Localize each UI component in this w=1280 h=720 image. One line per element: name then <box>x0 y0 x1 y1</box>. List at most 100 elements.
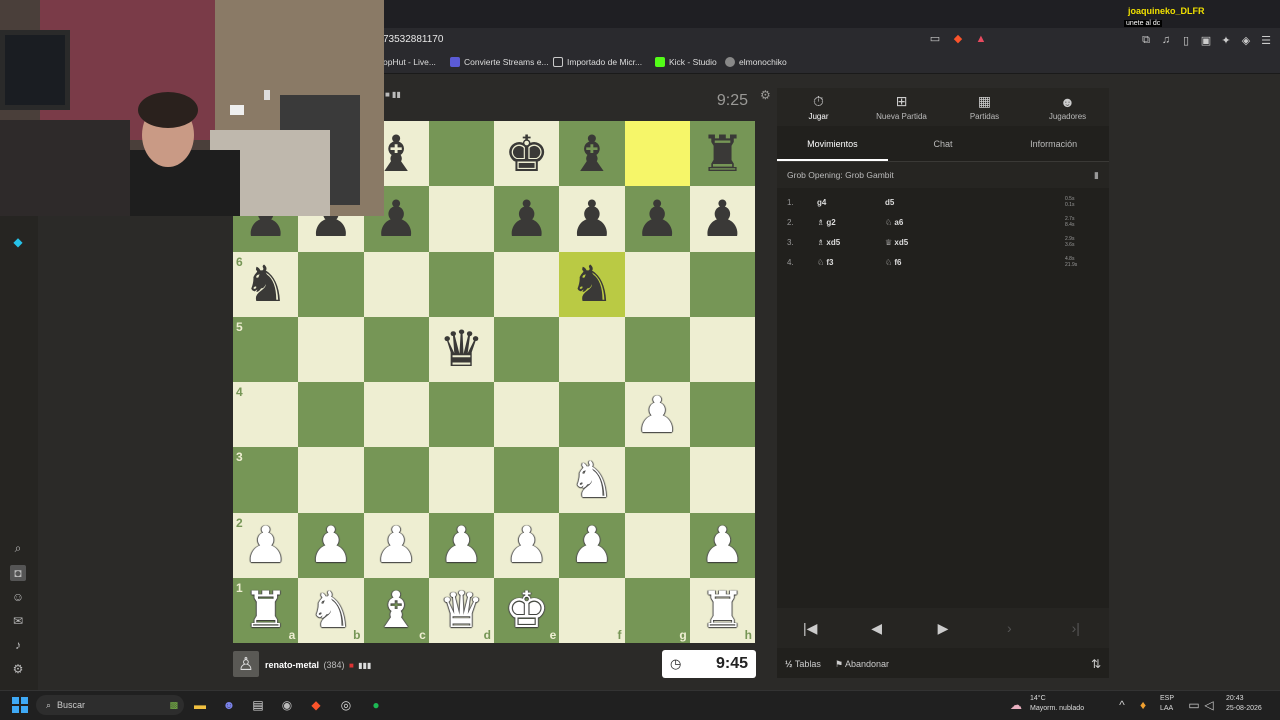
square-g3[interactable] <box>624 447 690 513</box>
square-c1[interactable]: ♝ c <box>363 577 429 643</box>
taskbar-search[interactable]: ⌕ Buscar ▩ <box>36 695 184 715</box>
volume-icon[interactable]: ◁ <box>1199 695 1219 715</box>
previous-move-button[interactable]: ◀ <box>855 614 899 642</box>
white-rook-piece[interactable]: ♜ <box>700 585 745 635</box>
square-h8[interactable]: ♜ <box>689 121 755 187</box>
bookmark-item[interactable]: Convierte Streams e... <box>450 57 549 67</box>
brave-icon[interactable]: ◆ <box>306 695 326 715</box>
square-h6[interactable] <box>689 251 755 317</box>
mail-icon[interactable]: ✉ <box>10 613 26 629</box>
tab-jugar[interactable]: ⏱ Jugar <box>777 88 860 126</box>
black-pawn-piece[interactable]: ♟ <box>635 194 680 244</box>
square-g5[interactable] <box>624 316 690 382</box>
white-queen-piece[interactable]: ♛ <box>439 585 484 635</box>
bookmark-item[interactable]: Importado de Micr... <box>553 57 642 67</box>
premium-diamond-icon[interactable]: ◆ <box>10 234 26 250</box>
square-e3[interactable] <box>494 447 560 513</box>
white-pawn-piece[interactable]: ♟ <box>700 520 745 570</box>
wallet-icon[interactable]: ▣ <box>1200 34 1212 47</box>
last-move-button[interactable]: ›| <box>1054 614 1098 642</box>
brave-shield-icon[interactable]: ◆ <box>951 32 965 46</box>
bookmark-item[interactable]: opHut - Live... <box>383 57 436 67</box>
rewards-icon[interactable]: ▲ <box>974 32 988 46</box>
keyboard-layout[interactable]: LAA <box>1160 705 1173 713</box>
black-rook-piece[interactable]: ♜ <box>700 129 745 179</box>
square-d4[interactable] <box>428 382 494 448</box>
square-d3[interactable] <box>428 447 494 513</box>
square-d1[interactable]: ♛ d <box>428 577 494 643</box>
square-e6[interactable] <box>494 251 560 317</box>
black-pawn-piece[interactable]: ♟ <box>504 194 549 244</box>
tab-informacion[interactable]: Información <box>998 126 1109 161</box>
square-d5[interactable]: ♛ <box>428 316 494 382</box>
url-text[interactable]: 73532881170 <box>383 34 443 45</box>
square-h3[interactable] <box>689 447 755 513</box>
square-g6[interactable] <box>624 251 690 317</box>
square-h7[interactable]: ♟ <box>689 186 755 252</box>
square-a1[interactable]: ♜ 1 a <box>233 577 299 643</box>
square-c5[interactable] <box>363 316 429 382</box>
square-d7[interactable] <box>428 186 494 252</box>
square-e5[interactable] <box>494 316 560 382</box>
square-e4[interactable] <box>494 382 560 448</box>
square-g7[interactable]: ♟ <box>624 186 690 252</box>
square-e1[interactable]: ♚ e <box>494 577 560 643</box>
square-e2[interactable]: ♟ <box>494 512 560 578</box>
square-b2[interactable]: ♟ <box>298 512 364 578</box>
square-a3[interactable]: 3 <box>233 447 299 513</box>
white-bishop-piece[interactable]: ♝ <box>374 585 419 635</box>
play-button[interactable]: ▶ <box>921 614 965 642</box>
black-bishop-piece[interactable]: ♝ <box>569 129 614 179</box>
white-pawn-piece[interactable]: ♟ <box>569 520 614 570</box>
microphone-icon[interactable]: ♦ <box>1133 695 1153 715</box>
board-settings-icon[interactable]: ⚙ <box>760 88 771 102</box>
clock-date[interactable]: 25-08-2026 <box>1226 705 1262 713</box>
next-move-button[interactable]: › <box>987 614 1031 642</box>
black-move[interactable]: ♘ f6 <box>885 258 1065 267</box>
black-move[interactable]: ♘ a6 <box>885 218 1065 227</box>
white-move[interactable]: g4 <box>817 198 885 207</box>
square-f3[interactable]: ♞ <box>559 447 625 513</box>
square-h2[interactable]: ♟ <box>689 512 755 578</box>
white-pawn-piece[interactable]: ♟ <box>635 390 680 440</box>
square-a5[interactable]: 5 <box>233 316 299 382</box>
square-f5[interactable] <box>559 316 625 382</box>
square-b5[interactable] <box>298 316 364 382</box>
extensions-icon[interactable]: ⧉ <box>1140 34 1152 47</box>
player-avatar[interactable]: ♙ <box>233 651 259 677</box>
square-f1[interactable]: f <box>559 577 625 643</box>
square-f8[interactable]: ♝ <box>559 121 625 187</box>
square-h5[interactable] <box>689 316 755 382</box>
search-icon[interactable]: ⌕ <box>10 540 26 556</box>
square-c2[interactable]: ♟ <box>363 512 429 578</box>
square-e8[interactable]: ♚ <box>494 121 560 187</box>
app-icon[interactable]: ◎ <box>336 695 356 715</box>
cast-icon[interactable]: ▭ <box>928 32 942 46</box>
black-queen-piece[interactable]: ♛ <box>439 324 484 374</box>
tab-nueva-partida[interactable]: ⊞ Nueva Partida <box>860 88 943 126</box>
friends-icon[interactable]: ☺ <box>10 589 26 605</box>
bookmark-item[interactable]: elmonochiko <box>725 57 787 67</box>
square-f2[interactable]: ♟ <box>559 512 625 578</box>
flip-board-icon[interactable]: ⇅ <box>1091 657 1101 671</box>
tab-chat[interactable]: Chat <box>888 126 999 161</box>
square-g1[interactable]: g <box>624 577 690 643</box>
white-knight-piece[interactable]: ♞ <box>308 585 353 635</box>
square-f7[interactable]: ♟ <box>559 186 625 252</box>
language-code[interactable]: ESP <box>1160 695 1174 703</box>
tab-partidas[interactable]: ▦ Partidas <box>943 88 1026 126</box>
square-e7[interactable]: ♟ <box>494 186 560 252</box>
white-move[interactable]: ♗ xd5 <box>817 238 885 247</box>
white-knight-piece[interactable]: ♞ <box>569 455 614 505</box>
square-g2[interactable] <box>624 512 690 578</box>
white-pawn-piece[interactable]: ♟ <box>504 520 549 570</box>
square-c3[interactable] <box>363 447 429 513</box>
notifications-icon[interactable]: ♪ <box>10 637 26 653</box>
white-pawn-piece[interactable]: ♟ <box>374 520 419 570</box>
white-move[interactable]: ♗ g2 <box>817 218 885 227</box>
app-icon[interactable]: ◉ <box>277 695 297 715</box>
white-pawn-piece[interactable]: ♟ <box>439 520 484 570</box>
windows-start-icon[interactable] <box>12 697 28 713</box>
square-b4[interactable] <box>298 382 364 448</box>
white-rook-piece[interactable]: ♜ <box>243 585 288 635</box>
